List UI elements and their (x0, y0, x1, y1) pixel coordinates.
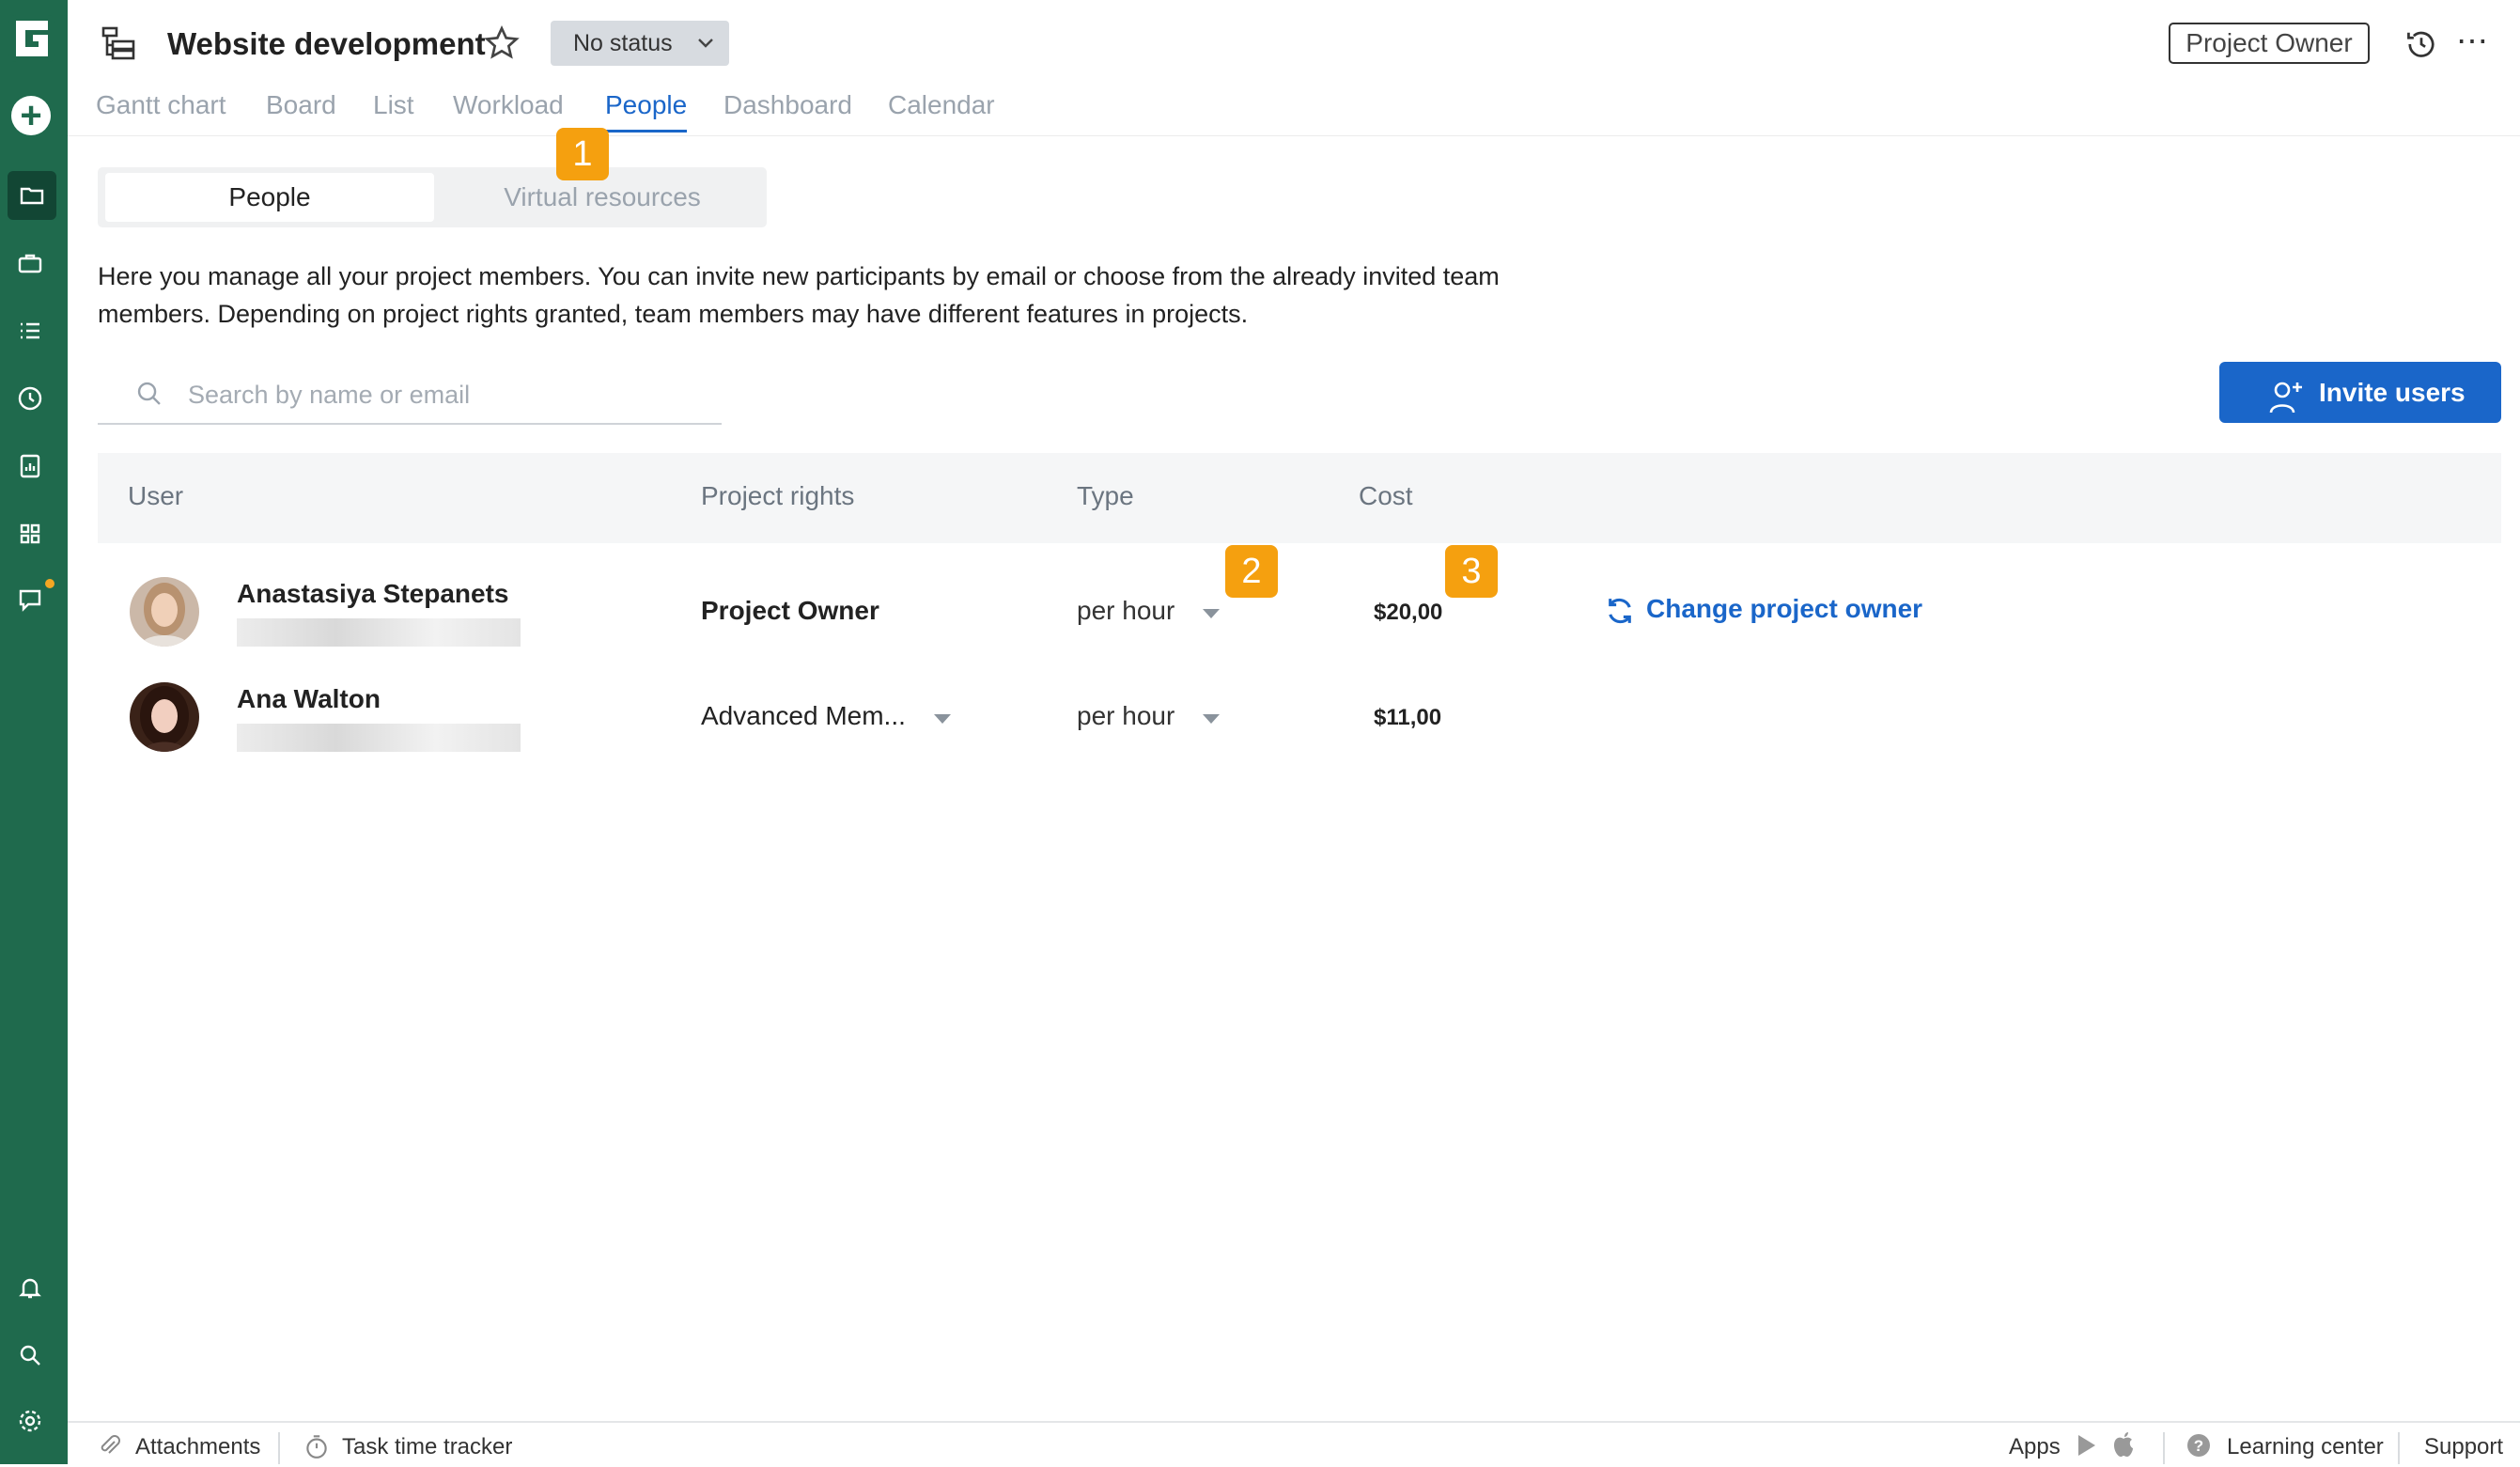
rate-type-select[interactable]: per hour (1077, 701, 1174, 731)
left-rail: + (0, 0, 68, 1464)
briefcase-icon[interactable] (13, 246, 47, 280)
plus-icon[interactable]: + (11, 96, 51, 135)
play-store-icon[interactable] (2075, 1432, 2099, 1465)
footer-divider (2163, 1432, 2165, 1464)
clock-icon[interactable] (13, 382, 47, 415)
chevron-down-icon (695, 21, 716, 81)
report-icon[interactable] (13, 449, 47, 483)
tab-people[interactable]: People (605, 90, 688, 133)
user-email-redacted (237, 724, 521, 752)
apple-icon[interactable] (2110, 1430, 2137, 1465)
svg-text:?: ? (2194, 1437, 2203, 1455)
header-cost: Cost (1359, 481, 1413, 510)
footer-divider (2398, 1432, 2400, 1464)
list-icon[interactable] (13, 314, 47, 348)
footer-bar: Attachments Task time tracker Apps ? Lea… (68, 1421, 2520, 1466)
callout-badge-2: 2 (1225, 545, 1278, 598)
support-link[interactable]: Support (2424, 1434, 2503, 1460)
table-row: Ana Walton Advanced Mem... per hour $11,… (98, 665, 2501, 769)
segment-people[interactable]: People (105, 173, 434, 222)
change-project-owner-label: Change project owner (1646, 594, 1923, 623)
user-name: Anastasiya Stepanets (237, 579, 509, 608)
notification-dot (45, 579, 54, 588)
rate-type-dropdown-icon[interactable] (1203, 714, 1220, 724)
table-row: Anastasiya Stepanets Project Owner per h… (98, 560, 2501, 663)
folder-icon[interactable] (8, 171, 56, 220)
timer-icon (303, 1432, 331, 1467)
user-email-redacted (237, 618, 521, 647)
task-time-tracker-link[interactable]: Task time tracker (342, 1434, 512, 1460)
avatar (130, 577, 199, 647)
project-rights-dropdown-icon[interactable] (934, 714, 951, 724)
project-owner-button[interactable]: Project Owner (2169, 23, 2370, 64)
user-name: Ana Walton (237, 684, 381, 713)
apps-label: Apps (2009, 1434, 2061, 1459)
project-tree-icon (100, 24, 137, 67)
refresh-icon (1603, 594, 1637, 634)
project-rights-select[interactable]: Advanced Mem... (701, 701, 906, 731)
callout-badge-1: 1 (556, 128, 609, 180)
rate-type-dropdown-icon[interactable] (1203, 609, 1220, 618)
search-input[interactable] (186, 376, 697, 414)
cost-value[interactable]: $20,00 (1374, 600, 1442, 626)
cost-value[interactable]: $11,00 (1374, 705, 1441, 731)
header-divider (68, 135, 2520, 136)
learning-center-link[interactable]: Learning center (2227, 1434, 2384, 1460)
more-icon[interactable]: ⋯ (2456, 23, 2490, 60)
tab-dashboard[interactable]: Dashboard (723, 90, 852, 120)
rate-type-select[interactable]: per hour (1077, 596, 1174, 626)
search-icon[interactable] (13, 1338, 47, 1372)
tab-board[interactable]: Board (266, 90, 336, 120)
header-type: Type (1077, 481, 1134, 510)
tab-workload[interactable]: Workload (453, 90, 564, 120)
apps-grid-icon[interactable] (13, 517, 47, 551)
tab-list[interactable]: List (373, 90, 414, 120)
invite-users-label: Invite users (2319, 378, 2466, 407)
attachments-link[interactable]: Attachments (135, 1434, 260, 1460)
invite-users-button[interactable]: Invite users (2219, 362, 2501, 423)
status-label: No status (573, 30, 673, 56)
search-icon (133, 378, 165, 414)
search-box (98, 368, 722, 425)
bell-icon[interactable] (13, 1271, 47, 1304)
footer-divider (278, 1432, 280, 1464)
logo-icon[interactable] (8, 15, 55, 62)
people-type-switch: People Virtual resources (98, 167, 767, 227)
tab-calendar[interactable]: Calendar (888, 90, 995, 120)
table-header: User Project rights Type Cost (98, 453, 2501, 543)
add-user-icon (2268, 375, 2306, 436)
project-rights-value: Project Owner (701, 596, 879, 625)
history-icon[interactable] (2403, 26, 2439, 67)
callout-badge-3: 3 (1445, 545, 1498, 598)
star-icon[interactable] (483, 24, 521, 67)
status-dropdown[interactable]: No status (551, 21, 729, 66)
header-project-rights: Project rights (701, 481, 855, 510)
chat-icon[interactable] (13, 583, 47, 616)
paperclip-icon (96, 1432, 122, 1465)
page-description: Here you manage all your project members… (98, 262, 1500, 328)
avatar (130, 682, 199, 752)
settings-icon[interactable] (13, 1404, 47, 1438)
header-user: User (128, 481, 184, 510)
project-title: Website development (167, 26, 486, 61)
tab-gantt-chart[interactable]: Gantt chart (96, 90, 226, 120)
help-icon: ? (2186, 1432, 2212, 1465)
